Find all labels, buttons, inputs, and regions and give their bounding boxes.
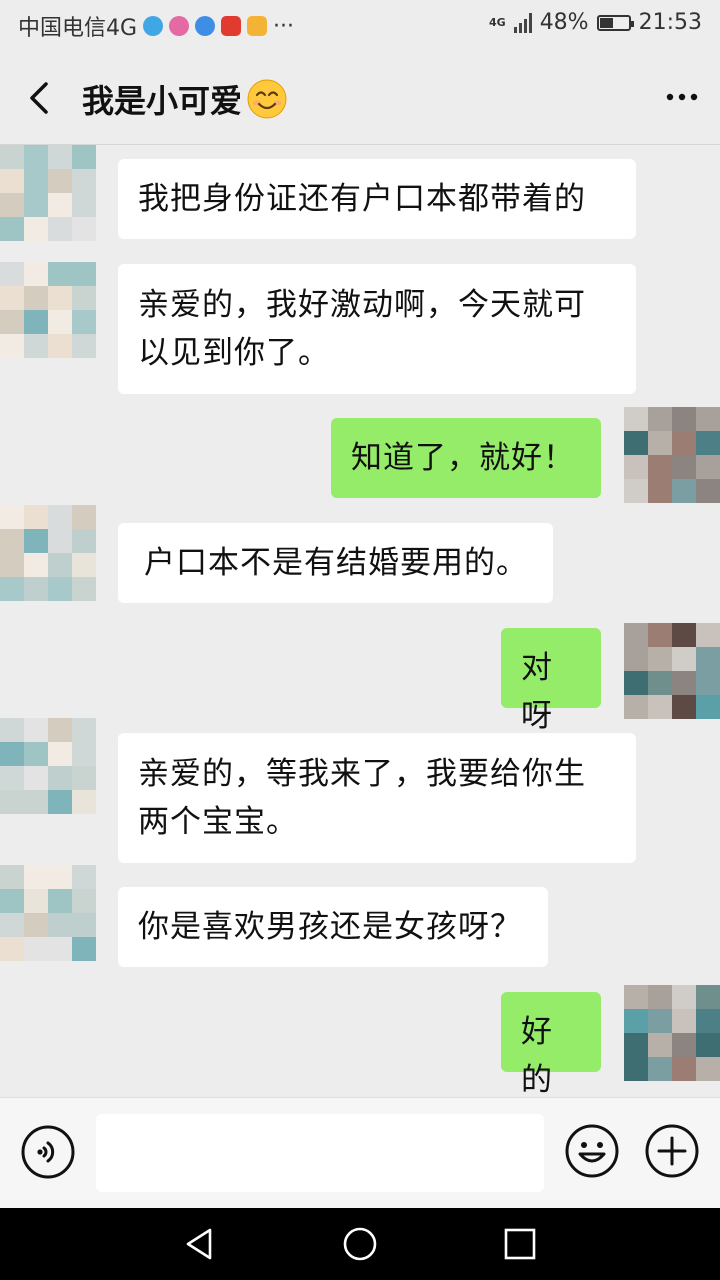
browser-icon bbox=[143, 16, 164, 36]
contact-avatar[interactable] bbox=[0, 865, 96, 961]
chat-header: 我是小可爱 bbox=[0, 52, 720, 145]
contact-avatar[interactable] bbox=[0, 718, 96, 814]
message-bubble[interactable]: 好的 bbox=[501, 992, 601, 1097]
video-app-icon bbox=[247, 16, 268, 36]
message-input[interactable] bbox=[96, 1114, 544, 1192]
battery-icon bbox=[596, 14, 634, 31]
carrier-label: 中国电信4G bbox=[18, 16, 138, 41]
signal-icon bbox=[513, 12, 532, 33]
system-nav-bar bbox=[0, 1208, 720, 1280]
browser-icon bbox=[195, 16, 216, 36]
user-avatar[interactable] bbox=[624, 985, 720, 1081]
status-bar: 中国电信4G ··· 4G 48% 21:53 bbox=[0, 0, 720, 52]
message-bubble[interactable]: 亲爱的，我好激动啊，今天就可 以见到你了。 bbox=[118, 264, 636, 394]
voice-icon[interactable] bbox=[20, 1124, 76, 1180]
clock: 21:53 bbox=[638, 10, 702, 35]
smiling-face-emoji bbox=[247, 79, 287, 119]
input-bar bbox=[0, 1097, 720, 1208]
status-left: 中国电信4G ··· bbox=[18, 10, 294, 42]
emoji-icon[interactable] bbox=[563, 1122, 621, 1180]
square-recents-icon[interactable] bbox=[502, 1226, 538, 1262]
contact-name: 我是小可爱 bbox=[82, 82, 243, 120]
contact-avatar[interactable] bbox=[0, 505, 96, 601]
battery-fill bbox=[599, 17, 613, 28]
message-bubble[interactable]: 我把身份证还有户口本都带着的 bbox=[118, 159, 636, 239]
message-bubble[interactable]: 户口本不是有结婚要用的。 bbox=[118, 523, 553, 603]
message-bubble[interactable]: 对呀 bbox=[501, 628, 601, 734]
chat-messages[interactable]: 我把身份证还有户口本都带着的 亲爱的，我好激动啊，今天就可 以见到你了。 知道了… bbox=[0, 145, 720, 1097]
user-avatar[interactable] bbox=[624, 407, 720, 503]
triangle-back-icon[interactable] bbox=[182, 1226, 218, 1262]
message-bubble[interactable]: 知道了，就好！ bbox=[331, 418, 601, 498]
contact-avatar[interactable] bbox=[0, 262, 96, 358]
status-right: 4G 48% 21:53 bbox=[489, 10, 702, 35]
user-avatar[interactable] bbox=[624, 623, 720, 719]
plus-icon[interactable] bbox=[643, 1122, 701, 1180]
message-bubble[interactable]: 你是喜欢男孩还是女孩呀？ bbox=[118, 887, 548, 967]
battery-percent: 48% bbox=[539, 10, 589, 35]
message-app-icon bbox=[169, 16, 190, 36]
network-badge: 4G bbox=[489, 16, 506, 29]
chevron-left-icon[interactable] bbox=[20, 78, 60, 118]
message-bubble[interactable]: 亲爱的，等我来了，我要给你生 两个宝宝。 bbox=[118, 733, 636, 863]
contact-avatar[interactable] bbox=[0, 145, 96, 241]
news-app-icon bbox=[221, 16, 242, 36]
more-horizontal-icon[interactable] bbox=[662, 82, 702, 112]
more-notifications-icon: ··· bbox=[273, 13, 295, 39]
chat-title: 我是小可爱 bbox=[82, 76, 288, 122]
circle-home-icon[interactable] bbox=[342, 1226, 378, 1262]
